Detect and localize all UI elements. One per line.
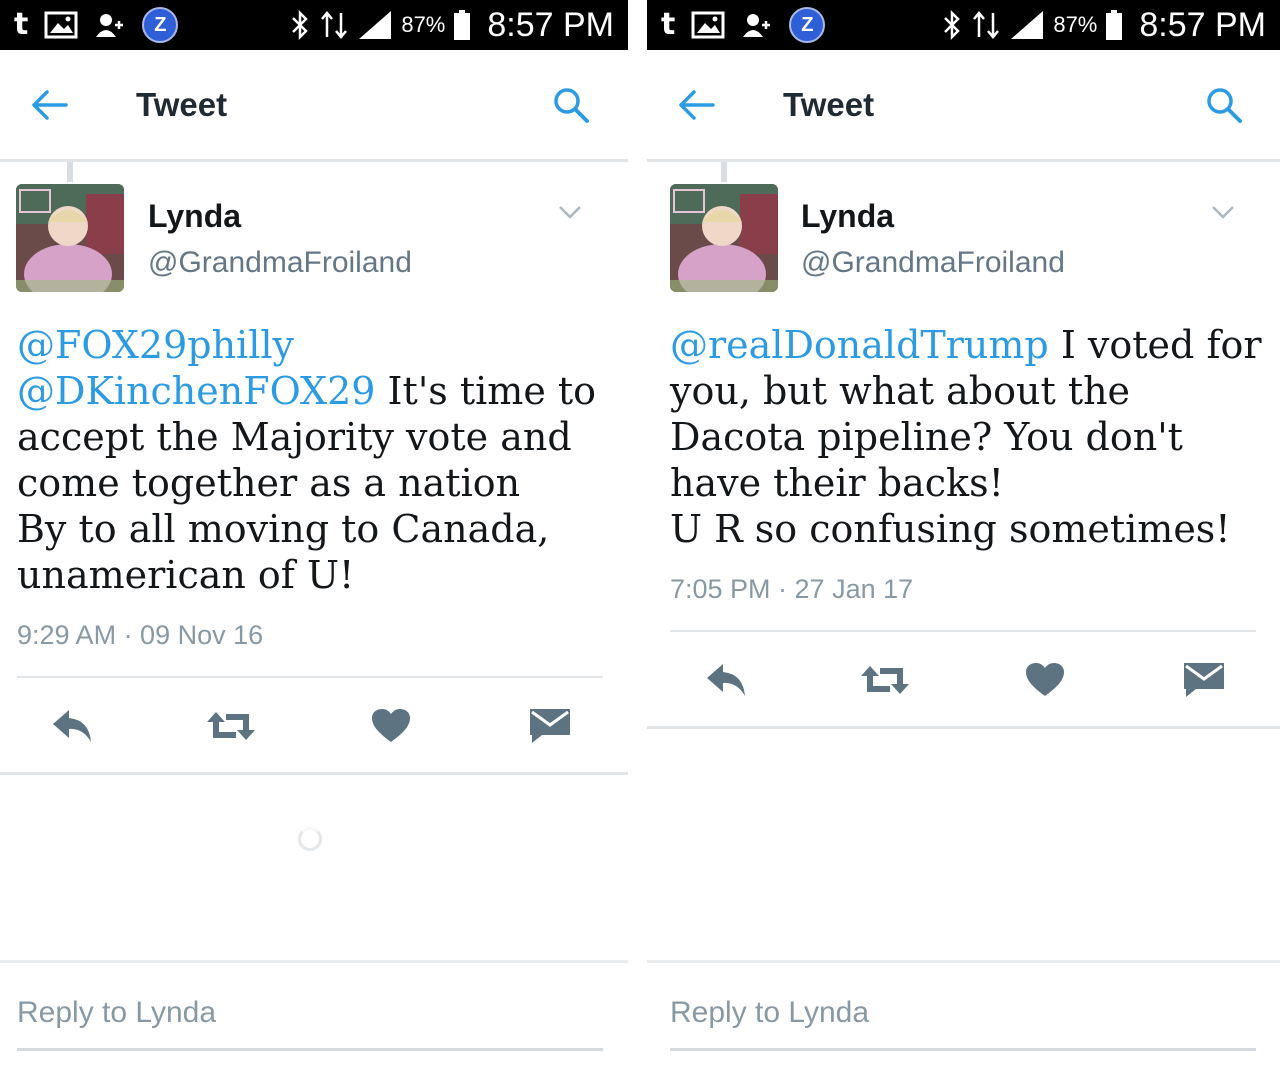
data-icon bbox=[971, 9, 1001, 41]
mention-link[interactable]: @DKinchenFOX29 bbox=[17, 369, 375, 413]
tweet-actions bbox=[647, 650, 1280, 710]
tweet-screen-right: t Z 87% 8:57 PM Tweet Lynda @GrandmaFroi… bbox=[647, 0, 1280, 1076]
status-time: 8:57 PM bbox=[487, 5, 614, 44]
like-icon[interactable] bbox=[361, 696, 421, 756]
battery-percent: 87% bbox=[401, 12, 446, 37]
app-header: Tweet bbox=[0, 50, 628, 162]
z-app-icon: Z bbox=[142, 7, 179, 43]
tweet-text: @FOX29philly @DKinchenFOX29 It's time to… bbox=[17, 322, 617, 598]
divider bbox=[670, 630, 1256, 632]
chevron-down-icon[interactable] bbox=[558, 204, 582, 225]
reply-icon[interactable] bbox=[696, 650, 756, 710]
author-name[interactable]: Lynda bbox=[801, 198, 894, 235]
divider bbox=[647, 726, 1280, 729]
tweet-timestamp: 9:29 AM · 09 Nov 16 bbox=[17, 620, 264, 650]
author-name[interactable]: Lynda bbox=[148, 198, 241, 235]
bluetooth-icon bbox=[289, 9, 311, 41]
reply-input[interactable]: Reply to Lynda bbox=[670, 990, 1256, 1051]
image-icon bbox=[44, 11, 78, 39]
app-header: Tweet bbox=[647, 50, 1280, 162]
reply-placeholder: Reply to Lynda bbox=[17, 996, 217, 1029]
bluetooth-icon bbox=[941, 9, 963, 41]
signal-icon bbox=[1009, 9, 1045, 41]
back-arrow-icon[interactable] bbox=[30, 88, 68, 127]
tweet-text: @realDonaldTrump I voted for you, but wh… bbox=[670, 322, 1270, 552]
battery-icon bbox=[1105, 9, 1123, 41]
mention-link[interactable]: @realDonaldTrump bbox=[670, 323, 1049, 367]
thread-connector bbox=[721, 162, 727, 182]
status-time: 8:57 PM bbox=[1139, 5, 1266, 44]
tumblr-icon: t bbox=[14, 7, 29, 42]
author-handle[interactable]: @GrandmaFroiland bbox=[801, 246, 1065, 280]
mention-link[interactable]: @FOX29philly bbox=[17, 323, 294, 367]
avatar[interactable] bbox=[16, 184, 124, 292]
screen-separator bbox=[628, 0, 647, 1076]
retweet-icon[interactable] bbox=[201, 696, 261, 756]
tweet-screen-left: t Z 87% 8:57 PM Tweet Lynda @GrandmaFroi… bbox=[0, 0, 628, 1076]
search-icon[interactable] bbox=[552, 86, 590, 129]
divider bbox=[0, 772, 628, 775]
contact-add-icon bbox=[741, 11, 773, 39]
signal-icon bbox=[357, 9, 393, 41]
battery-icon bbox=[453, 9, 471, 41]
divider bbox=[17, 676, 603, 678]
reply-icon[interactable] bbox=[42, 696, 102, 756]
chevron-down-icon[interactable] bbox=[1211, 204, 1235, 225]
z-app-icon: Z bbox=[789, 7, 826, 43]
divider bbox=[647, 960, 1280, 963]
message-icon[interactable] bbox=[1174, 650, 1234, 710]
page-title: Tweet bbox=[783, 86, 875, 123]
data-icon bbox=[319, 9, 349, 41]
divider bbox=[0, 960, 628, 963]
reply-placeholder: Reply to Lynda bbox=[670, 996, 870, 1029]
battery-percent: 87% bbox=[1053, 12, 1098, 37]
page-title: Tweet bbox=[136, 86, 228, 123]
image-icon bbox=[691, 11, 725, 39]
reply-input[interactable]: Reply to Lynda bbox=[17, 990, 603, 1051]
status-bar: t Z 87% 8:57 PM bbox=[0, 0, 628, 50]
thread-connector bbox=[67, 162, 73, 182]
tweet-actions bbox=[0, 696, 628, 756]
contact-add-icon bbox=[94, 11, 126, 39]
status-bar: t Z 87% 8:57 PM bbox=[647, 0, 1280, 50]
back-arrow-icon[interactable] bbox=[677, 88, 715, 127]
tumblr-icon: t bbox=[661, 7, 676, 42]
like-icon[interactable] bbox=[1015, 650, 1075, 710]
avatar[interactable] bbox=[670, 184, 778, 292]
loading-spinner-icon bbox=[298, 827, 322, 851]
message-icon[interactable] bbox=[520, 696, 580, 756]
author-handle[interactable]: @GrandmaFroiland bbox=[148, 246, 412, 280]
retweet-icon[interactable] bbox=[855, 650, 915, 710]
search-icon[interactable] bbox=[1205, 86, 1243, 129]
tweet-timestamp: 7:05 PM · 27 Jan 17 bbox=[670, 574, 914, 604]
